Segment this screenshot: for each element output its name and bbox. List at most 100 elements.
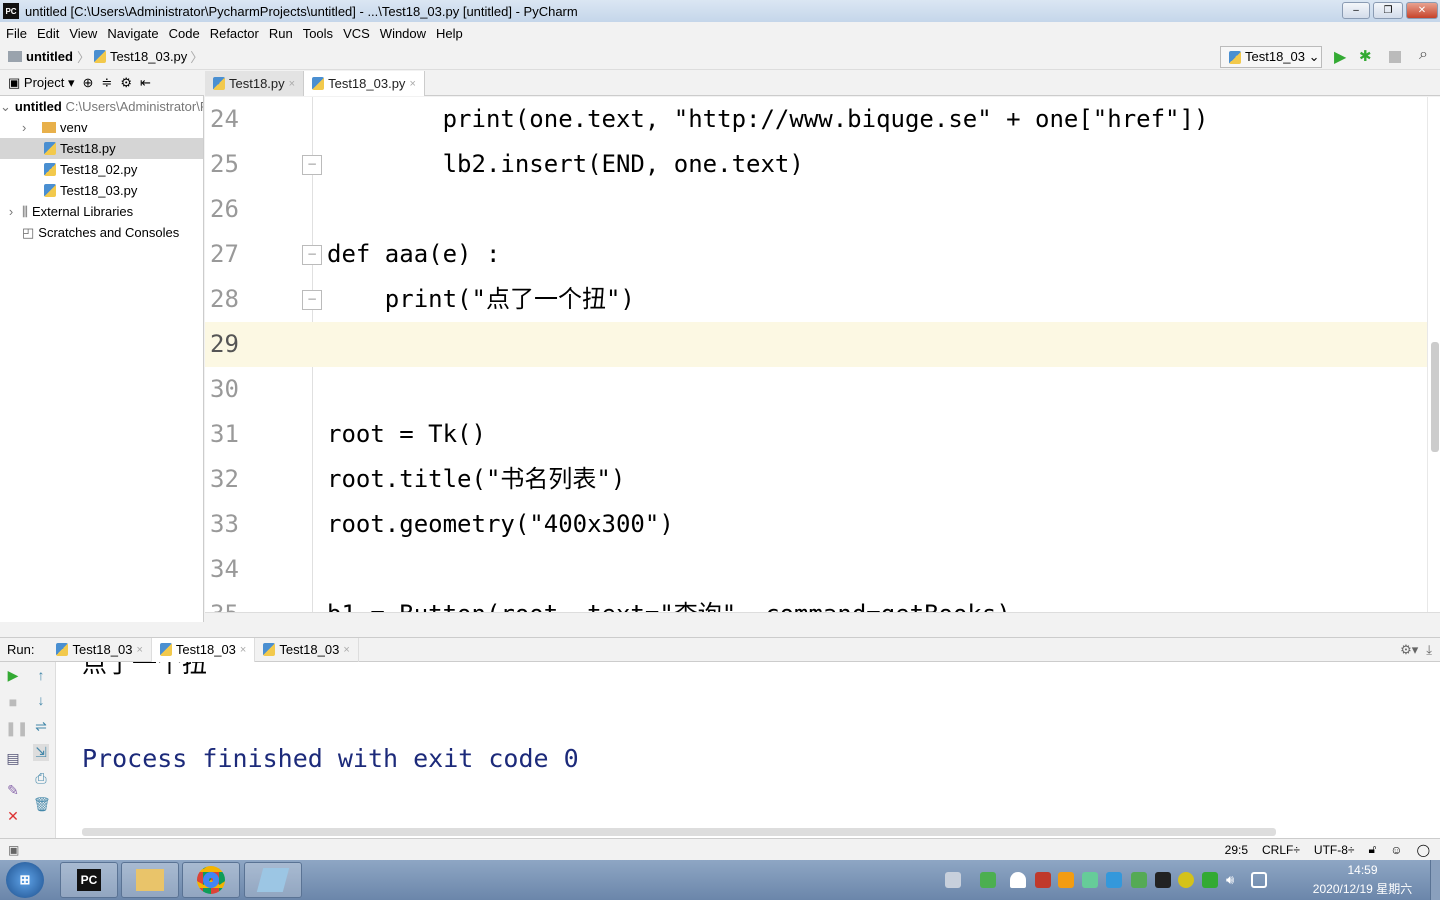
close-tab-icon[interactable]: × — [343, 644, 349, 656]
usb-icon[interactable] — [980, 872, 996, 888]
code-line[interactable]: 34 — [205, 547, 1427, 592]
print-icon[interactable]: ⎙ — [33, 770, 49, 787]
close-tab-icon[interactable]: × — [409, 78, 415, 90]
run-tab-2[interactable]: Test18_03 × — [151, 637, 256, 662]
menu-navigate[interactable]: Navigate — [107, 26, 158, 41]
network-check-icon[interactable] — [1082, 872, 1098, 888]
code-line[interactable]: 32 root.title("书名列表") — [205, 457, 1427, 502]
up-arrow-icon[interactable]: ↑ — [33, 667, 49, 683]
search-icon[interactable]: ⌕ — [1419, 46, 1428, 64]
menu-refactor[interactable]: Refactor — [210, 26, 259, 41]
run-tab-3[interactable]: Test18_03 × — [255, 637, 359, 662]
tree-item-test18-02[interactable]: Test18_02.py — [0, 159, 203, 180]
taskbar-explorer[interactable] — [121, 862, 179, 898]
fold-icon[interactable]: − — [302, 245, 322, 265]
bell-icon[interactable] — [1010, 872, 1026, 888]
code-line[interactable]: 26 — [205, 187, 1427, 232]
code-line[interactable]: 27 − def aaa(e) : — [205, 232, 1427, 277]
code-line[interactable]: 30 — [205, 367, 1427, 412]
restore-layout-icon[interactable]: ▤ — [5, 750, 21, 767]
editor-scrollbar[interactable] — [1427, 97, 1440, 612]
plus-icon[interactable] — [1178, 872, 1194, 888]
shield-icon[interactable] — [1202, 872, 1218, 888]
stop-icon[interactable] — [1389, 51, 1401, 63]
inspector-icon[interactable]: ☺ — [1390, 843, 1402, 857]
scroll-to-end-icon[interactable]: ⇲ — [33, 744, 49, 761]
locate-icon[interactable]: ⊕ — [83, 75, 94, 91]
hide-icon[interactable]: ⇤ — [140, 75, 151, 91]
down-arrow-icon[interactable]: ↓ — [33, 692, 49, 708]
menu-file[interactable]: File — [6, 26, 27, 41]
tree-item-scratches[interactable]: ◰ Scratches and Consoles — [0, 222, 203, 243]
menu-window[interactable]: Window — [380, 26, 426, 41]
app-tray-icon[interactable] — [1058, 872, 1074, 888]
menu-code[interactable]: Code — [169, 26, 200, 41]
hide-panel-icon[interactable]: ⤓ — [1426, 642, 1432, 658]
console-hscroll[interactable] — [82, 828, 1276, 836]
code-editor[interactable]: 24 print(one.text, "http://www.biquge.se… — [205, 97, 1427, 612]
lock-icon[interactable]: 🔓︎ — [1369, 842, 1377, 857]
menu-run[interactable]: Run — [269, 26, 293, 41]
tree-item-test18[interactable]: Test18.py — [0, 138, 203, 159]
run-settings-icon[interactable]: ⚙▾ — [1400, 642, 1418, 658]
project-view-select[interactable]: ▣ Project ▾ — [8, 75, 75, 91]
volume-icon[interactable]: 🔊︎ — [1226, 872, 1242, 888]
taskbar-clock[interactable]: 14:59 2020/12/19 星期六 — [1300, 863, 1425, 897]
code-line[interactable]: 24 print(one.text, "http://www.biquge.se… — [205, 97, 1427, 142]
debug-icon[interactable]: ✱ — [1359, 47, 1372, 65]
tab-test18-03[interactable]: Test18_03.py × — [304, 71, 425, 96]
code-line[interactable]: 33 root.geometry("400x300") — [205, 502, 1427, 547]
tree-item-venv[interactable]: › venv — [0, 117, 203, 138]
file-encoding[interactable]: UTF-8÷ — [1314, 843, 1355, 857]
run-tab-1[interactable]: Test18_03 × — [48, 637, 152, 662]
tree-item-test18-03[interactable]: Test18_03.py — [0, 180, 203, 201]
taskbar-chrome[interactable] — [182, 862, 240, 898]
close-window-button[interactable]: ✕ — [1406, 2, 1438, 19]
breadcrumb-project[interactable]: untitled — [26, 49, 73, 64]
translate-icon[interactable] — [1106, 872, 1122, 888]
keyboard-icon[interactable] — [945, 872, 961, 888]
stop-icon[interactable]: ■ — [5, 694, 21, 710]
code-line[interactable]: 35 b1 = Button(root, text="查询", command=g… — [205, 592, 1427, 612]
restore-button[interactable]: ❐ — [1373, 2, 1403, 19]
taskbar-pycharm[interactable]: PC — [60, 862, 118, 898]
fold-icon[interactable]: − — [302, 155, 322, 175]
tray-app-icon[interactable] — [1155, 872, 1171, 888]
event-log-icon[interactable]: ◯ — [1417, 843, 1430, 857]
caret-position[interactable]: 29:5 — [1225, 843, 1248, 857]
code-line[interactable]: 28 − print("点了一个扭") — [205, 277, 1427, 322]
breadcrumb-file[interactable]: Test18_03.py — [110, 49, 187, 64]
pause-icon[interactable]: ❚❚ — [5, 720, 28, 737]
code-line[interactable]: 31 root = Tk() — [205, 412, 1427, 457]
soft-wrap-icon[interactable]: ⇌ — [33, 718, 49, 735]
line-separator[interactable]: CRLF÷ — [1262, 843, 1300, 857]
code-line[interactable]: 25 − lb2.insert(END, one.text) — [205, 142, 1427, 187]
menu-help[interactable]: Help — [436, 26, 463, 41]
trash-icon[interactable]: 🗑 — [33, 796, 51, 813]
scrollbar-thumb[interactable] — [1431, 342, 1439, 452]
close-tab-icon[interactable]: × — [240, 644, 246, 656]
start-button[interactable]: ⊞ — [6, 862, 44, 898]
minimize-button[interactable]: – — [1342, 2, 1370, 19]
film-icon[interactable] — [1035, 872, 1051, 888]
run-console[interactable]: 点了一个扭 Process finished with exit code 0 — [56, 662, 1440, 838]
show-desktop-button[interactable] — [1430, 860, 1440, 900]
toggle-tool-windows-icon[interactable]: ▣ — [8, 843, 19, 857]
close-tab-icon[interactable]: × — [136, 644, 142, 656]
menu-vcs[interactable]: VCS — [343, 26, 370, 41]
menu-edit[interactable]: Edit — [37, 26, 59, 41]
close-icon[interactable]: ✕ — [5, 808, 21, 825]
run-icon[interactable]: ▶ — [1334, 47, 1346, 67]
tab-test18[interactable]: Test18.py × — [205, 71, 305, 96]
code-line[interactable]: 29 — [205, 322, 1427, 367]
collapse-icon[interactable]: ≑ — [101, 75, 112, 91]
tree-item-untitled[interactable]: ⌄untitled C:\Users\Administrator\Pycharm… — [0, 96, 203, 117]
fold-icon[interactable]: − — [302, 290, 322, 310]
network-icon[interactable] — [1251, 872, 1267, 888]
pin-icon[interactable]: ✎ — [5, 782, 21, 799]
menu-view[interactable]: View — [69, 26, 97, 41]
close-tab-icon[interactable]: × — [289, 78, 295, 90]
rerun-icon[interactable]: ▶ — [5, 667, 21, 684]
security-check-icon[interactable] — [1131, 872, 1147, 888]
tree-item-external-libraries[interactable]: › ⫼ External Libraries — [0, 201, 203, 222]
